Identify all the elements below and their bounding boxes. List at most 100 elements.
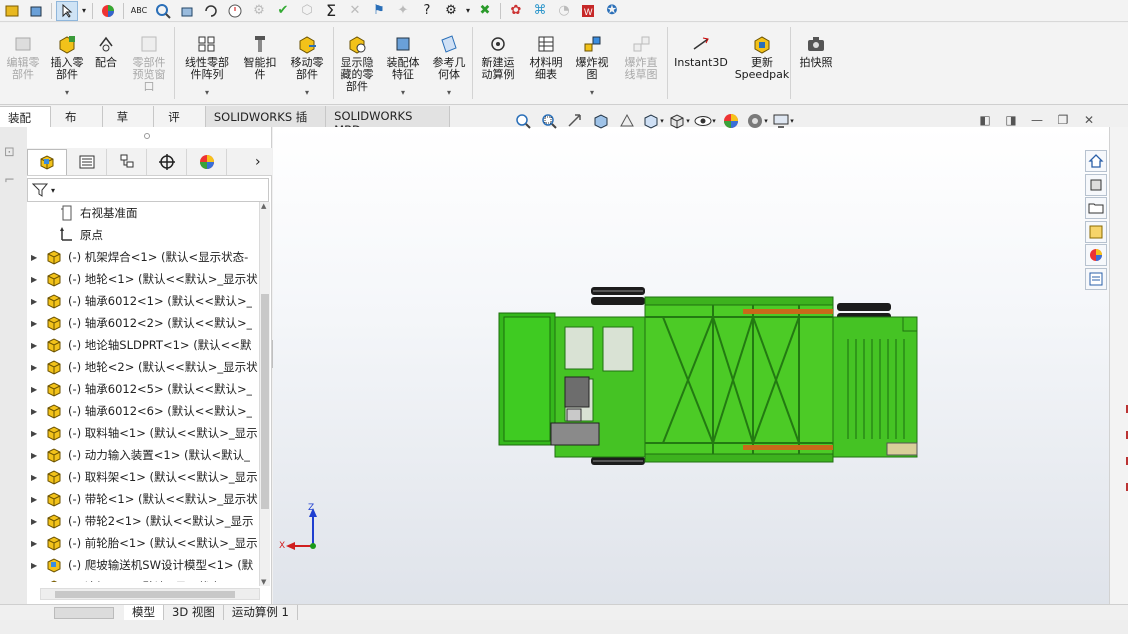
sum-icon[interactable]: Σ	[320, 1, 342, 21]
zoom-area-icon[interactable]	[536, 110, 562, 132]
tree-item[interactable]: ▶ (-) 地轮<1> (默认<<默认>_显示状	[27, 268, 259, 290]
appearance-icon[interactable]	[97, 1, 119, 21]
gear-icon[interactable]: ⚙	[440, 1, 462, 21]
appearances-icon[interactable]	[1085, 244, 1107, 266]
expand-arrow-icon[interactable]: ▶	[31, 561, 45, 570]
settings-icon[interactable]: ⚙	[248, 1, 270, 21]
tree-item[interactable]: ▶ (-) 机架焊合<1> (默认<显示状态-	[27, 246, 259, 268]
rebuild-icon[interactable]	[200, 1, 222, 21]
tree-item[interactable]: ▶ (-) 地轮<2> (默认<<默认>_显示状	[27, 356, 259, 378]
move-component-button[interactable]: 移动零 部件 ▾	[281, 23, 333, 103]
graphics-area[interactable]: Z X	[273, 127, 1109, 606]
home-icon[interactable]	[1085, 150, 1107, 172]
previous-view-icon[interactable]	[562, 110, 588, 132]
expand-arrow-icon[interactable]: ▶	[31, 275, 45, 284]
dimxpert-icon[interactable]	[147, 148, 187, 175]
chevron-down-icon[interactable]: ▾	[447, 87, 451, 99]
tree-item[interactable]: ▶ (-) 前轮胎<1> (默认<<默认>_显示	[27, 532, 259, 554]
chevron-down-icon[interactable]: ▾	[51, 186, 55, 195]
tile-right-icon[interactable]: ◨	[998, 110, 1024, 130]
expand-arrow-icon[interactable]: ▶	[31, 363, 45, 372]
bom-button[interactable]: 材料明 细表	[523, 23, 569, 103]
tree-item[interactable]: ▶(-) 滚轩<1> (默认<显示状态-1>)	[27, 576, 259, 582]
tree-item[interactable]: ▶ (-) 地论轴SLDPRT<1> (默认<<默	[27, 334, 259, 356]
edit-component-button[interactable]: 编辑零 部件	[0, 23, 46, 103]
tab-layout[interactable]: 布局	[50, 106, 103, 140]
tab-motion-study[interactable]: 运动算例 1	[224, 604, 298, 621]
expand-arrow-icon[interactable]: ▶	[31, 429, 45, 438]
tree-item[interactable]: ▶ (-) 轴承6012<1> (默认<<默认>_	[27, 290, 259, 312]
chevron-down-icon[interactable]: ▾	[80, 1, 88, 21]
featuremanager-icon[interactable]	[27, 148, 67, 175]
sketch-icon[interactable]: ⊡	[4, 145, 15, 160]
display-manager-icon[interactable]	[187, 148, 227, 175]
horizontal-scrollbar[interactable]	[40, 588, 260, 600]
scroll-thumb[interactable]	[55, 591, 235, 598]
component-preview-button[interactable]: 零部件 预览窗 口	[124, 23, 174, 103]
chevron-down-icon[interactable]: ▾	[464, 1, 472, 21]
tree-item[interactable]: ▶ (-) 爬坡输送机SW设计模型<1> (默	[27, 554, 259, 576]
chevron-down-icon[interactable]: ▾	[305, 87, 309, 99]
expand-arrow-icon[interactable]: ▶	[31, 473, 45, 482]
tools-icon[interactable]: ✕	[344, 1, 366, 21]
mass-properties-icon[interactable]	[176, 1, 198, 21]
chevron-down-icon[interactable]: ▾	[401, 87, 405, 99]
linear-pattern-button[interactable]: 线性零部 件阵列 ▾	[175, 23, 239, 103]
dynamic-annotation-icon[interactable]	[614, 110, 640, 132]
expand-arrow-icon[interactable]: ▶	[31, 253, 45, 262]
tree-item[interactable]: ▶ (-) 轴承6012<5> (默认<<默认>_	[27, 378, 259, 400]
tree-scrollbar[interactable]: ▲ ▼	[259, 202, 270, 586]
edit-appearance-icon[interactable]	[718, 110, 744, 132]
propertymanager-icon[interactable]	[67, 148, 107, 175]
show-hidden-button[interactable]: 显示隐 藏的零 部件	[334, 23, 380, 103]
expand-arrow-icon[interactable]: ▶	[31, 319, 45, 328]
expand-arrow-icon[interactable]: ▶	[31, 495, 45, 504]
tab-solidworks-mbd[interactable]: SOLIDWORKS MBD	[326, 106, 451, 137]
scroll-up-icon[interactable]: ▲	[261, 202, 266, 210]
help-icon[interactable]: ?	[416, 1, 438, 21]
tab-assembly[interactable]: 装配体	[0, 106, 51, 141]
line-icon[interactable]: ⌐	[4, 173, 15, 188]
expand-arrow-icon[interactable]: ▶	[31, 451, 45, 460]
ribbon-icon[interactable]: ✿	[505, 1, 527, 21]
file-explorer-icon[interactable]	[1085, 197, 1107, 219]
flag-icon[interactable]: ⚑	[368, 1, 390, 21]
expand-arrow-icon[interactable]: ▶	[31, 407, 45, 416]
insert-component-icon[interactable]	[25, 1, 47, 21]
expand-arrow-icon[interactable]: ▶	[31, 517, 45, 526]
scroll-down-icon[interactable]: ▼	[261, 578, 266, 586]
insert-component-button[interactable]: 插入零 部件 ▾	[46, 23, 88, 103]
tab-3d-views[interactable]: 3D 视图	[164, 604, 224, 621]
check-circle-icon[interactable]: ◔	[553, 1, 575, 21]
view-palette-icon[interactable]	[1085, 220, 1107, 243]
tree-item[interactable]: ▶ (-) 动力输入装置<1> (默认<默认_	[27, 444, 259, 466]
smart-fastener-button[interactable]: 智能扣 件	[239, 23, 281, 103]
tree-item[interactable]: ▶ (-) 轴承6012<2> (默认<<默认>_	[27, 312, 259, 334]
model-view[interactable]	[273, 127, 1109, 606]
expand-arrow-icon[interactable]: ▶	[31, 341, 45, 350]
check-icon[interactable]: ✔	[272, 1, 294, 21]
chevron-down-icon[interactable]: ▾	[590, 87, 594, 99]
chevron-down-icon[interactable]: ▾	[205, 87, 209, 99]
section-view-icon[interactable]	[588, 110, 614, 132]
assembly-icon[interactable]	[1, 1, 23, 21]
tile-left-icon[interactable]: ◧	[972, 110, 998, 130]
scroll-thumb[interactable]	[261, 294, 269, 509]
word-icon[interactable]: W	[577, 1, 599, 21]
spell-check-icon[interactable]: ABC	[128, 1, 150, 21]
custom-properties-icon[interactable]	[1085, 267, 1107, 290]
view-orientation-icon[interactable]: ▾	[640, 110, 666, 132]
tree-item[interactable]: ▶ (-) 带轮<1> (默认<<默认>_显示状	[27, 488, 259, 510]
display-style-icon[interactable]: ▾	[666, 110, 692, 132]
mate-button[interactable]: 配合	[88, 23, 124, 103]
tools-icon[interactable]: ✦	[392, 1, 414, 21]
tree-item[interactable]: ▶ (-) 轴承6012<6> (默认<<默认>_	[27, 400, 259, 422]
measure-icon[interactable]	[152, 1, 174, 21]
tree-item[interactable]: ▶ (-) 取料架<1> (默认<<默认>_显示	[27, 466, 259, 488]
view-settings-icon[interactable]: ▾	[770, 110, 796, 132]
circle-icon[interactable]: ✪	[601, 1, 623, 21]
speedpak-button[interactable]: 更新 Speedpak	[734, 23, 790, 103]
chevron-down-icon[interactable]: ▾	[65, 87, 69, 99]
design-library-icon[interactable]	[1085, 173, 1107, 196]
tree-item[interactable]: ▶ (-) 带轮2<1> (默认<<默认>_显示	[27, 510, 259, 532]
